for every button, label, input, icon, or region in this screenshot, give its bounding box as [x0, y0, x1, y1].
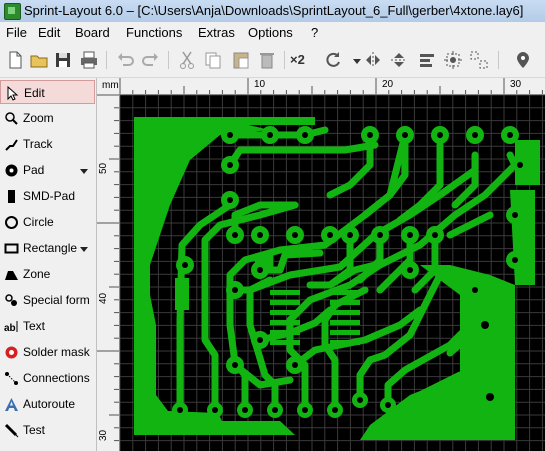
rectangle-icon — [4, 241, 19, 256]
tool-zone[interactable]: Zone — [0, 262, 95, 286]
menu-bar: File Edit Board Functions Extras Options… — [0, 22, 545, 44]
delete-icon[interactable] — [256, 49, 278, 71]
tool-label: Autoroute — [23, 397, 76, 411]
rotate-icon[interactable] — [322, 49, 344, 71]
menu-edit[interactable]: Edit — [38, 25, 60, 40]
open-folder-icon[interactable] — [28, 49, 50, 71]
tool-autoroute[interactable]: Autoroute — [0, 392, 95, 416]
ruler-label: 10 — [254, 79, 266, 90]
tool-label: Test — [23, 423, 46, 437]
tool-pad[interactable]: Pad — [0, 158, 95, 182]
tool-label: Zone — [23, 267, 51, 281]
align-icon[interactable] — [416, 49, 438, 71]
tool-palette: Edit Zoom Track Pad SMD-Pad Circle Recta… — [0, 78, 97, 451]
ungroup-icon[interactable] — [468, 49, 490, 71]
tool-rectangle[interactable]: Rectangle — [0, 236, 95, 260]
menu-options[interactable]: Options — [248, 25, 293, 40]
ruler-label: 40 — [98, 292, 109, 304]
print-icon[interactable] — [78, 49, 100, 71]
ruler-label: 30 — [510, 79, 522, 90]
tool-zoom[interactable]: Zoom — [0, 106, 95, 130]
ruler-label: 30 — [98, 429, 109, 441]
pcb-canvas[interactable] — [120, 95, 545, 451]
ruler-label: 50 — [98, 162, 109, 174]
toolbar-separator — [168, 51, 169, 69]
mirror-vertical-icon[interactable] — [388, 49, 410, 71]
properties-icon[interactable] — [512, 49, 534, 71]
menu-help[interactable]: ? — [311, 25, 318, 40]
toolbar-separator — [284, 51, 285, 69]
title-bar: Sprint-Layout 6.0 – [C:\Users\Anja\Downl… — [0, 0, 545, 23]
autoroute-icon — [4, 397, 19, 412]
tool-solder-mask[interactable]: Solder mask — [0, 340, 95, 364]
tool-circle[interactable]: Circle — [0, 210, 95, 234]
solder-mask-icon — [4, 345, 19, 360]
smd-pad-icon — [4, 189, 19, 204]
menu-file[interactable]: File — [6, 25, 27, 40]
copy-icon[interactable] — [202, 49, 224, 71]
svg-text:ab: ab — [4, 323, 16, 334]
save-icon[interactable] — [52, 49, 74, 71]
multiply-button[interactable]: ×2 — [290, 52, 305, 67]
text-icon: ab — [4, 319, 19, 334]
ruler-top: 10 20 30 — [97, 78, 545, 95]
tool-label: Pad — [23, 163, 45, 177]
tool-text[interactable]: ab Text — [0, 314, 95, 338]
menu-board[interactable]: Board — [75, 25, 110, 40]
toolbar: ×2 — [0, 44, 545, 78]
tool-label: Text — [23, 319, 46, 333]
zone-icon — [4, 267, 19, 282]
app-icon — [4, 3, 21, 20]
menu-functions[interactable]: Functions — [126, 25, 182, 40]
ruler-unit: mm — [102, 80, 119, 91]
tool-label: Zoom — [23, 111, 54, 125]
connections-icon — [4, 371, 19, 386]
window-title: Sprint-Layout 6.0 – [C:\Users\Anja\Downl… — [24, 3, 524, 18]
tool-label: SMD-Pad — [23, 189, 76, 203]
paste-icon[interactable] — [230, 49, 252, 71]
rotate-dropdown-icon[interactable] — [346, 49, 361, 71]
pad-icon — [4, 163, 19, 178]
tool-label: Rectangle — [23, 241, 78, 255]
tool-special-form[interactable]: Special form — [0, 288, 95, 312]
test-icon — [4, 423, 19, 438]
tool-label: Circle — [23, 215, 54, 229]
tool-label: Solder mask — [23, 345, 90, 359]
tool-smd-pad[interactable]: SMD-Pad — [0, 184, 95, 208]
tool-label: Special form — [23, 293, 90, 307]
menu-extras[interactable]: Extras — [198, 25, 235, 40]
circle-icon — [4, 215, 19, 230]
cut-icon[interactable] — [176, 49, 198, 71]
redo-icon[interactable] — [140, 49, 162, 71]
special-form-icon — [4, 293, 19, 308]
tool-connections[interactable]: Connections — [0, 366, 95, 390]
tool-label: Edit — [24, 86, 45, 100]
track-icon — [4, 137, 19, 152]
undo-icon[interactable] — [114, 49, 136, 71]
tool-label: Connections — [23, 371, 90, 385]
toolbar-separator — [106, 51, 107, 69]
group-icon[interactable] — [442, 49, 464, 71]
ruler-label: 20 — [382, 79, 394, 90]
tool-edit[interactable]: Edit — [0, 80, 95, 104]
tool-label: Track — [23, 137, 53, 151]
cursor-arrow-icon — [5, 85, 20, 101]
new-file-icon[interactable] — [4, 49, 26, 71]
mirror-horizontal-icon[interactable] — [362, 49, 384, 71]
tool-test[interactable]: Test — [0, 418, 95, 442]
toolbar-separator — [498, 51, 499, 69]
rectangle-dropdown-icon[interactable] — [80, 247, 88, 252]
ruler-left: 50 40 30 — [97, 94, 120, 451]
tool-track[interactable]: Track — [0, 132, 95, 156]
magnifier-icon — [4, 111, 19, 126]
pad-dropdown-icon[interactable] — [80, 169, 88, 174]
